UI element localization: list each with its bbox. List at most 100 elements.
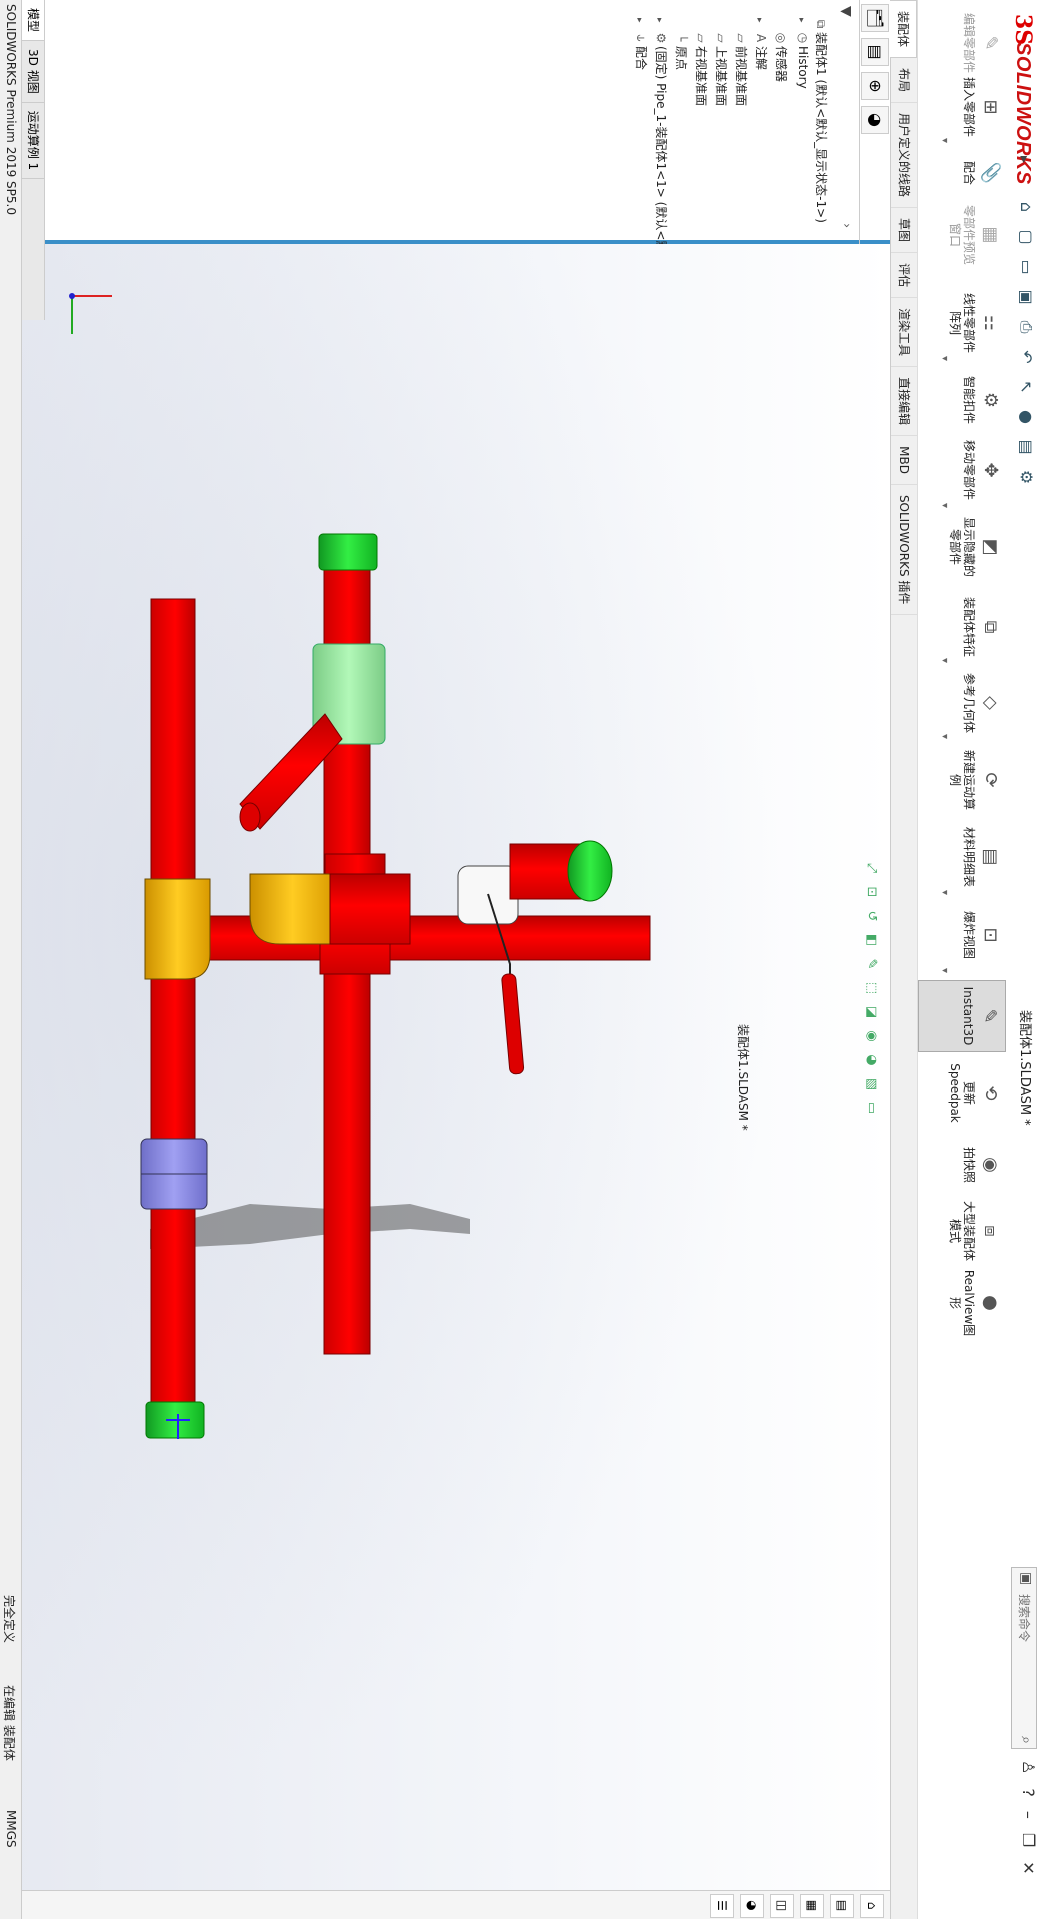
chevron-right-icon[interactable]: › bbox=[840, 223, 854, 228]
large-assembly-button[interactable]: ⧈ 大型装配体模式 bbox=[918, 1196, 1006, 1266]
options-icon[interactable]: ⚙ bbox=[1014, 465, 1038, 489]
tree-item[interactable]: ▱ 右视基准面 bbox=[692, 18, 710, 106]
panel-tabs: 🗂 ▤ ⊕ ◕ bbox=[859, 0, 890, 244]
tab-layout[interactable]: 布局 bbox=[891, 58, 917, 104]
valve-handle[interactable] bbox=[501, 973, 525, 1075]
chevron-down-icon[interactable]: ▾ bbox=[939, 138, 950, 143]
mate-button[interactable]: 📎 配合 bbox=[918, 148, 1006, 198]
solidworks-logo[interactable]: 3S SOLIDWORKS bbox=[1006, 14, 1040, 185]
filter-icon[interactable]: ▼ bbox=[838, 6, 854, 17]
search-input[interactable] bbox=[1012, 1568, 1036, 1726]
show-hidden-button[interactable]: ◩ 显示隐藏的零部件 bbox=[918, 512, 1006, 582]
assembly-model[interactable] bbox=[0, 244, 890, 1919]
rebuild-icon[interactable]: ● bbox=[1014, 405, 1038, 429]
end-cap-fitting[interactable] bbox=[567, 840, 613, 902]
exploded-view-button[interactable]: ⊡ 爆炸视图 bbox=[918, 900, 1006, 970]
pipe-segment[interactable] bbox=[329, 873, 411, 945]
print-icon[interactable]: ⎙ bbox=[1014, 315, 1038, 339]
units-selector[interactable]: MMGS bbox=[4, 1810, 18, 1848]
tree-filter[interactable]: ▼ › bbox=[834, 4, 856, 234]
snapshot-button[interactable]: ◉ 拍快照 bbox=[918, 1135, 1006, 1195]
chevron-down-icon[interactable]: ▾ bbox=[939, 658, 950, 663]
realview-button[interactable]: ● RealView图形 bbox=[918, 1268, 1006, 1338]
tab-user-routing[interactable]: 用户定义的线路 bbox=[891, 103, 917, 209]
update-speedpak-button[interactable]: ⟲ 更新Speedpak bbox=[918, 1058, 1006, 1128]
tree-item[interactable]: ⧉ 装配体1 (默认<默认_显示状态-1>) bbox=[812, 4, 830, 223]
tree-item[interactable]: ▸ A 注解 bbox=[752, 18, 770, 70]
open-icon[interactable]: ▭ bbox=[1014, 255, 1038, 279]
feature-tree-tab-icon[interactable]: 🗂 bbox=[861, 4, 889, 32]
help-icon[interactable]: ? bbox=[1019, 1788, 1038, 1797]
custom-properties-icon[interactable]: ☰ bbox=[710, 1893, 734, 1918]
tab-motion-study[interactable]: 运动算例 1 bbox=[22, 102, 44, 180]
tab-assembly[interactable]: 装配体 bbox=[890, 0, 917, 59]
tree-item[interactable]: ▸ ◷ History bbox=[792, 18, 810, 89]
display-manager-tab-icon[interactable]: ◕ bbox=[861, 106, 889, 134]
expand-toggle-icon[interactable]: ▸ bbox=[796, 18, 806, 30]
plane-icon: ▱ bbox=[714, 33, 728, 43]
pipe-segment[interactable] bbox=[150, 598, 196, 1420]
chevron-down-icon[interactable]: ▾ bbox=[939, 890, 950, 895]
tab-addins[interactable]: SOLIDWORKS 插件 bbox=[891, 484, 917, 616]
undo-icon[interactable]: ↶ bbox=[1014, 345, 1038, 369]
expand-toggle-icon[interactable]: ▸ bbox=[634, 18, 644, 30]
search-icon[interactable]: ⌕ bbox=[1018, 1736, 1034, 1744]
property-manager-tab-icon[interactable]: ▤ bbox=[861, 38, 889, 66]
history-icon: ◷ bbox=[796, 32, 810, 44]
tree-item[interactable]: └ 原点 bbox=[672, 18, 690, 70]
file-properties-icon[interactable]: ▤ bbox=[1014, 435, 1038, 459]
close-icon[interactable]: ✕ bbox=[1019, 1861, 1038, 1874]
search-box[interactable]: ▣ ⌕ bbox=[1011, 1567, 1037, 1749]
end-cap-fitting[interactable] bbox=[318, 533, 378, 571]
tree-item[interactable]: ◎ 传感器 bbox=[772, 18, 790, 82]
configuration-manager-tab-icon[interactable]: ⊕ bbox=[861, 72, 889, 100]
chevron-down-icon[interactable]: ▾ bbox=[939, 734, 950, 739]
new-document-icon[interactable]: ▢ bbox=[1014, 225, 1038, 249]
appearances-icon[interactable]: ◕ bbox=[740, 1893, 764, 1918]
edit-component-button[interactable]: ✎ 编辑零部件 bbox=[918, 8, 1006, 78]
restore-icon[interactable]: ❐ bbox=[1019, 1833, 1038, 1847]
bom-button[interactable]: ▤ 材料明细表 bbox=[918, 822, 1006, 892]
tree-item[interactable]: ▱ 前视基准面 bbox=[732, 18, 750, 106]
design-library-icon[interactable]: ▤ bbox=[830, 1893, 854, 1918]
tree-item[interactable]: ▱ 上视基准面 bbox=[712, 18, 730, 106]
save-icon[interactable]: ▣ bbox=[1014, 285, 1038, 309]
component-preview-button[interactable]: ▦ 零部件预览窗口 bbox=[918, 200, 1006, 270]
tree-item-label: 装配体1 (默认<默认_显示状态-1>) bbox=[814, 32, 828, 223]
menu-expand-icon[interactable]: ▸ bbox=[1016, 156, 1032, 163]
move-component-button[interactable]: ✥ 移动零部件 bbox=[918, 435, 1006, 505]
instant3d-button[interactable]: ✎ Instant3D bbox=[918, 980, 1006, 1052]
chevron-down-icon[interactable]: ▾ bbox=[939, 968, 950, 973]
chevron-down-icon[interactable]: ▾ bbox=[939, 503, 950, 508]
new-motion-study-button[interactable]: ⟳ 新建运动算例 bbox=[918, 745, 1006, 815]
file-explorer-icon[interactable]: ▦ bbox=[800, 1893, 824, 1918]
elbow-fitting[interactable] bbox=[249, 873, 336, 945]
linear-pattern-button[interactable]: ⚏ 线性零部件阵列 bbox=[918, 288, 1006, 358]
insert-component-button[interactable]: ⊞ 插入零部件 bbox=[918, 72, 1006, 142]
assembly-features-button[interactable]: ⧉ 装配体特征 bbox=[918, 592, 1006, 662]
tree-item[interactable]: ▸ ⚙ (固定) Pipe_1-装配体1<1> (默认<默 bbox=[652, 18, 670, 252]
tab-3d-views[interactable]: 3D 视图 bbox=[22, 41, 44, 103]
reference-geometry-button[interactable]: ◇ 参考几何体 bbox=[918, 668, 1006, 738]
graphics-area[interactable]: 装配体1.SLDASM * ⤢ ⊡ ↺ ◧ ✎ ⬚ ◪ ◉ ◕ ▧ ▭ bbox=[0, 244, 890, 1919]
tab-sketch[interactable]: 草图 bbox=[891, 208, 917, 254]
tab-model[interactable]: 模型 bbox=[22, 0, 44, 42]
edit-component-icon: ✎ bbox=[980, 35, 1001, 51]
smart-fasteners-button[interactable]: ⚙ 智能扣件 bbox=[918, 365, 1006, 435]
tab-direct-editing[interactable]: 直接编辑 bbox=[891, 367, 917, 437]
annotation-icon: A bbox=[754, 33, 768, 43]
expand-toggle-icon[interactable]: ▸ bbox=[654, 18, 664, 30]
tab-mbd[interactable]: MBD bbox=[891, 436, 917, 485]
minimize-icon[interactable]: – bbox=[1019, 1811, 1038, 1819]
select-icon[interactable]: ↖ bbox=[1014, 375, 1038, 399]
view-palette-icon[interactable]: ◫ bbox=[770, 1893, 794, 1918]
tab-evaluate[interactable]: 评估 bbox=[891, 253, 917, 299]
resources-icon[interactable]: ⌂ bbox=[860, 1893, 884, 1918]
home-icon[interactable]: ⌂ bbox=[1014, 195, 1038, 219]
expand-toggle-icon[interactable]: ▸ bbox=[754, 18, 764, 30]
elbow-fitting[interactable] bbox=[144, 878, 211, 980]
user-icon[interactable]: ♙ bbox=[1019, 1760, 1038, 1774]
tab-render-tools[interactable]: 渲染工具 bbox=[891, 298, 917, 368]
chevron-down-icon[interactable]: ▾ bbox=[939, 356, 950, 361]
tree-item[interactable]: ▸ ⫝ 配合 bbox=[632, 18, 650, 70]
